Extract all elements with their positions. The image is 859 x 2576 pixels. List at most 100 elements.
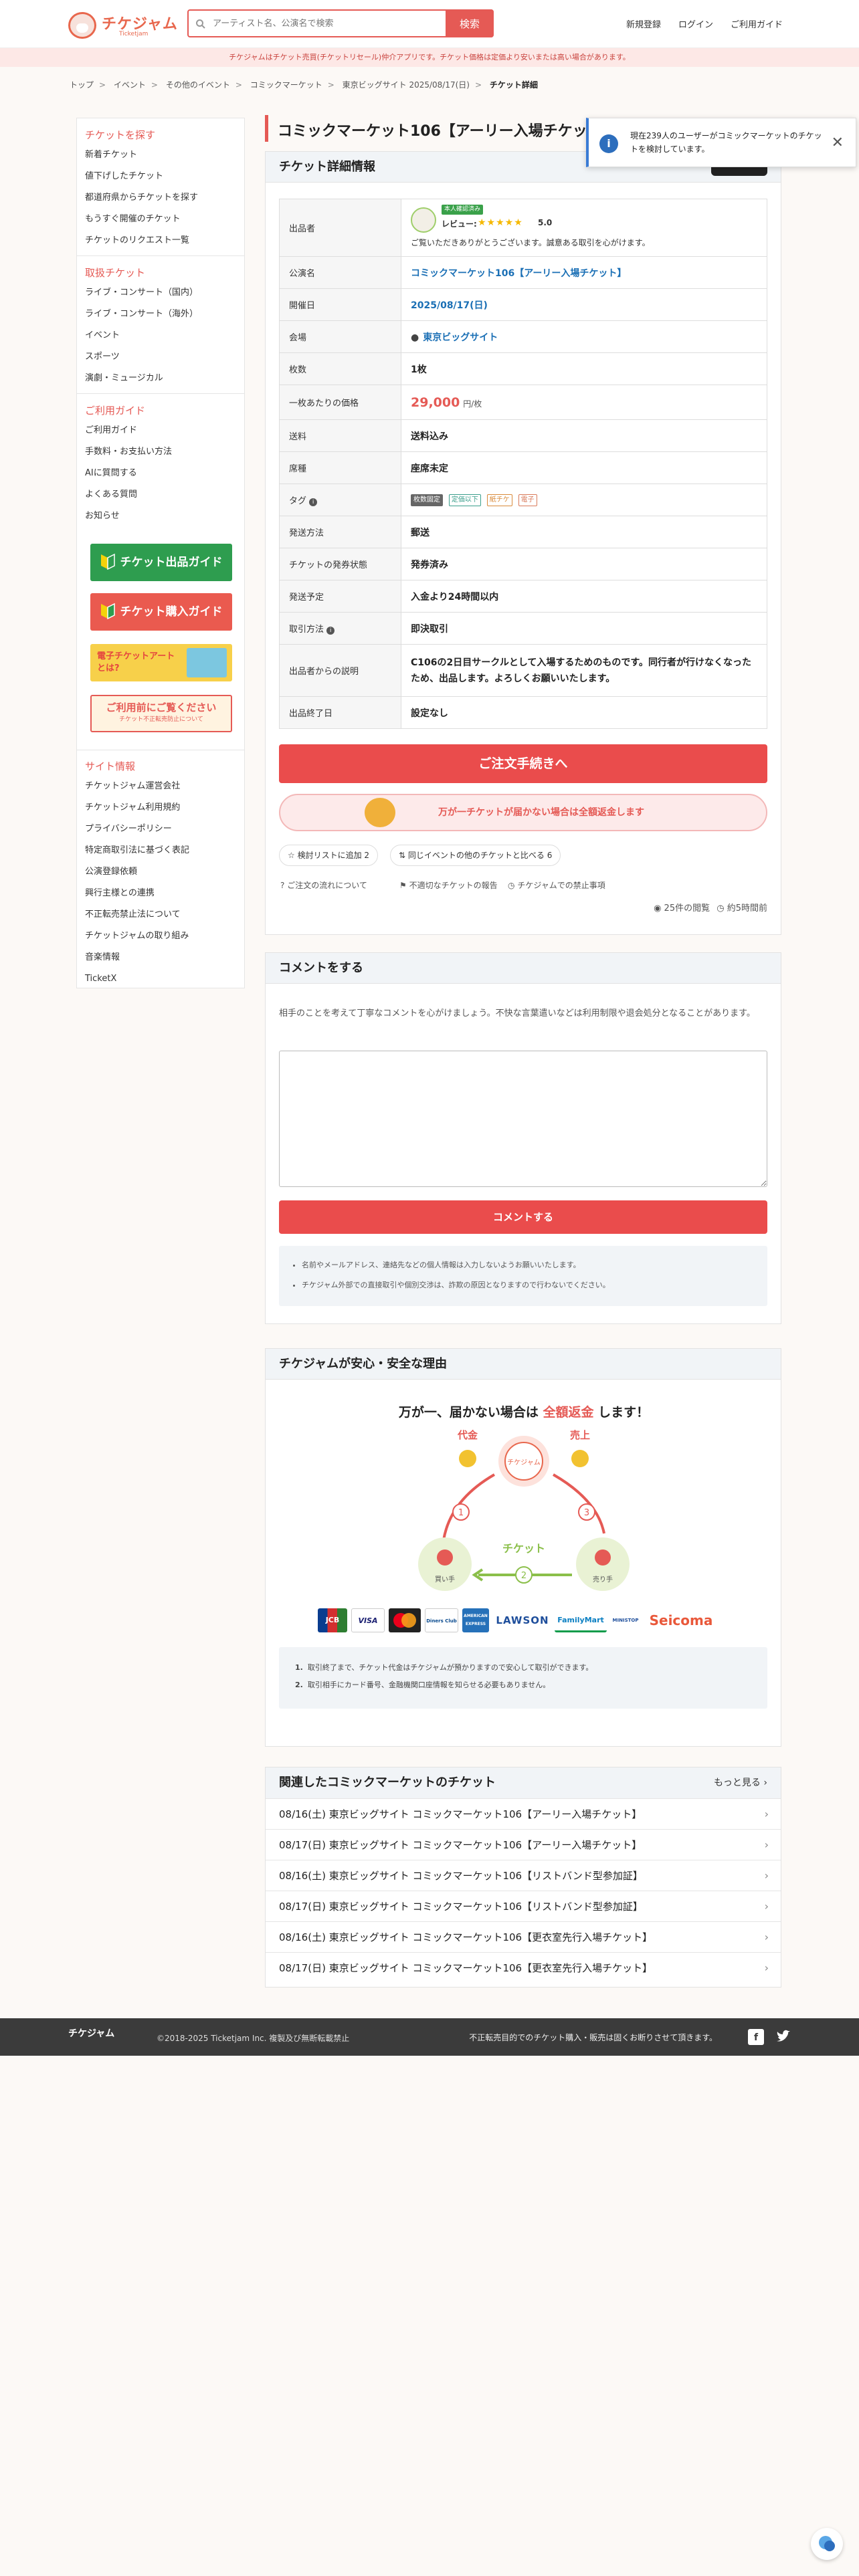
sidebar-item-live-domestic[interactable]: ライブ・コンサート（国内） [77,282,244,304]
watchlist-button[interactable]: ☆ 検討リストに追加 2 [279,845,379,866]
site-header: チケジャム Ticketjam 検索 新規登録 ログイン ご利用ガイド [0,0,859,48]
escrow-diagram: チケジャム 代金 売上 1 3 買い手 売り手 チケット 2 [418,1429,630,1591]
order-flow-link[interactable]: ? ご注文の流れについて [280,879,367,891]
date-link[interactable]: 2025/08/17(日) [411,300,488,311]
issue-status-value: 発券済み [401,548,767,580]
site-footer: チケジャム ©2018-2025 Ticketjam Inc. 複製及び無断転載… [0,2018,859,2056]
twitter-icon[interactable] [775,2029,791,2045]
facebook-icon[interactable]: f [748,2029,764,2045]
search-input[interactable] [213,15,413,32]
comment-notes: 名前やメールアドレス、連絡先などの個人情報は入力しないようお願いいたします。 チ… [279,1246,767,1306]
search-button[interactable]: 検索 [446,9,494,37]
sidebar-item-live-overseas[interactable]: ライブ・コンサート（海外） [77,304,244,325]
issue-status-label: チケットの発券状態 [279,548,401,580]
sidebar-item-fees[interactable]: 手数料・お支払い方法 [77,441,244,463]
sidebar-item-register-request[interactable]: 公演登録依頼 [77,861,244,883]
chat-button[interactable] [811,2528,843,2560]
order-button[interactable]: ご注文手続きへ [279,744,767,783]
related-item[interactable]: 08/16(土) 東京ビッグサイト コミックマーケット106【更衣室先行入場チケ… [266,1921,781,1952]
beginner-mark-icon [100,553,115,570]
sidebar-item-ticketx[interactable]: TicketX [77,968,244,990]
sidebar-item-resale-law[interactable]: 不正転売禁止法について [77,904,244,926]
related-item[interactable]: 08/16(土) 東京ビッグサイト コミックマーケット106【リストバンド型参加… [266,1860,781,1891]
guide-link[interactable]: ご利用ガイド [731,17,783,30]
chevron-right-icon: › [764,1961,769,1974]
seller-label: 出品者 [279,199,401,257]
trade-method-value: 即決取引 [401,612,767,645]
sidebar-item-upcoming[interactable]: もうすぐ開催のチケット [77,209,244,230]
star-icon: ☆ [288,851,295,860]
sidebar-item-pricedown[interactable]: 値下げしたチケット [77,166,244,187]
sidebar-item-company[interactable]: チケットジャム運営会社 [77,776,244,797]
sidebar-item-event[interactable]: イベント [77,325,244,346]
tag-below-face[interactable]: 定価以下 [448,494,481,506]
login-link[interactable]: ログイン [678,17,713,30]
related-item[interactable]: 08/17(日) 東京ビッグサイト コミックマーケット106【アーリー入場チケッ… [266,1829,781,1860]
sidebar-item-guide[interactable]: ご利用ガイド [77,420,244,441]
sidebar-item-theater[interactable]: 演劇・ミュージカル [77,368,244,389]
sidebar-item-sports[interactable]: スポーツ [77,346,244,368]
page-title-bar: コミックマーケット106【アーリー入場チケット】 [265,115,617,142]
sidebar-item-music-info[interactable]: 音楽情報 [77,947,244,968]
eticket-art-banner[interactable]: 電子チケットアートとは? [90,644,232,681]
sidebar-item-promoter[interactable]: 興行主様との連携 [77,883,244,904]
compare-button[interactable]: ⇅ 同じイベントの他のチケットと比べる 6 [390,845,561,866]
related-item[interactable]: 08/16(土) 東京ビッグサイト コミックマーケット106【アーリー入場チケッ… [266,1798,781,1829]
info-icon[interactable]: i [309,498,318,506]
report-link[interactable]: ⚑ 不適切なチケットの報告 [399,879,498,891]
info-icon[interactable]: i [326,627,335,635]
sidebar-item-requests[interactable]: チケットのリクエスト一覧 [77,230,244,251]
sidebar-item-tokusho[interactable]: 特定商取引法に基づく表記 [77,840,244,861]
guarantee-banner[interactable]: 万が一チケットが届かない場合は全額返金します [279,794,767,831]
breadcrumb-top[interactable]: トップ [70,80,94,90]
tag-fixed-qty[interactable]: 枚数固定 [411,494,443,506]
avatar[interactable] [411,207,436,233]
row-end-date: 出品終了日 設定なし [279,696,767,729]
ticket-label: チケット [502,1542,545,1555]
map-pin-icon: ● [411,332,419,343]
signup-link[interactable]: 新規登録 [626,17,661,30]
related-item[interactable]: 08/17(日) 東京ビッグサイト コミックマーケット106【リストバンド型参加… [266,1891,781,1921]
review-label[interactable]: レビュー: [442,218,477,229]
delivery-method-value: 郵送 [401,516,767,548]
eye-icon: ◉ [654,903,662,914]
logo-mascot-icon [68,12,96,39]
sidebar-item-ai[interactable]: AIに質問する [77,463,244,484]
breadcrumb-other-event[interactable]: その他のイベント [166,80,230,90]
event-name-link[interactable]: コミックマーケット106【アーリー入場チケット】 [411,268,626,279]
sidebar-item-prefecture[interactable]: 都道府県からチケットを探す [77,187,244,209]
tag-electronic[interactable]: 電子 [518,494,537,506]
related-card: 関連したコミックマーケットのチケット もっと見る › 08/16(土) 東京ビッ… [265,1767,781,1988]
sidebar-item-faq[interactable]: よくある質問 [77,484,244,506]
tag-paper-ticket[interactable]: 紙チケ [486,494,512,506]
shipping-fee-value: 送料込み [401,419,767,452]
comment-textarea[interactable] [279,1051,767,1187]
shipping-fee-label: 送料 [279,419,401,452]
caution-banner[interactable]: ご利用前にご覧ください チケット不正転売防止について [90,695,232,732]
sidebar-item-terms[interactable]: チケットジャム利用規約 [77,797,244,819]
close-icon[interactable]: ✕ [832,134,844,151]
breadcrumb-comiket[interactable]: コミックマーケット [250,80,322,90]
breadcrumb-event[interactable]: イベント [114,80,146,90]
venue-link[interactable]: 東京ビッグサイト [423,332,498,343]
rating-value: 5.0 [538,218,553,227]
buy-guide-banner[interactable]: チケット購入ガイド [90,593,232,631]
comment-submit-button[interactable]: コメントする [279,1200,767,1234]
search-box: 検索 [187,9,494,37]
sell-guide-banner[interactable]: チケット出品ガイド [90,544,232,581]
site-logo[interactable]: チケジャム Ticketjam [68,9,179,39]
see-more-link[interactable]: もっと見る › [714,1767,767,1798]
comment-note: チケジャム外部での直接取引や個別交渉は、詐欺の原因となりますので行わないでくださ… [302,1275,767,1295]
breadcrumb-venue-date[interactable]: 東京ビッグサイト 2025/08/17(日) [343,80,470,90]
lawson-logo: LAWSON [496,1614,549,1626]
sidebar-item-initiatives[interactable]: チケットジャムの取り組み [77,926,244,947]
sidebar-item-news[interactable]: お知らせ [77,506,244,527]
sidebar-item-privacy[interactable]: プライバシーポリシー [77,819,244,840]
sidebar-head-site: サイト情報 [85,760,136,772]
familymart-logo: FamilyMart [555,1608,607,1632]
footer-copyright: ©2018-2025 Ticketjam Inc. 複製及び無断転載禁止 [157,2034,350,2043]
related-item[interactable]: 08/17(日) 東京ビッグサイト コミックマーケット106【更衣室先行入場チケ… [266,1952,781,1983]
prohibited-link[interactable]: ◷ チケジャムでの禁止事項 [508,879,605,891]
sidebar-item-new[interactable]: 新着チケット [77,144,244,166]
footer-logo[interactable]: チケジャム [68,2026,114,2040]
